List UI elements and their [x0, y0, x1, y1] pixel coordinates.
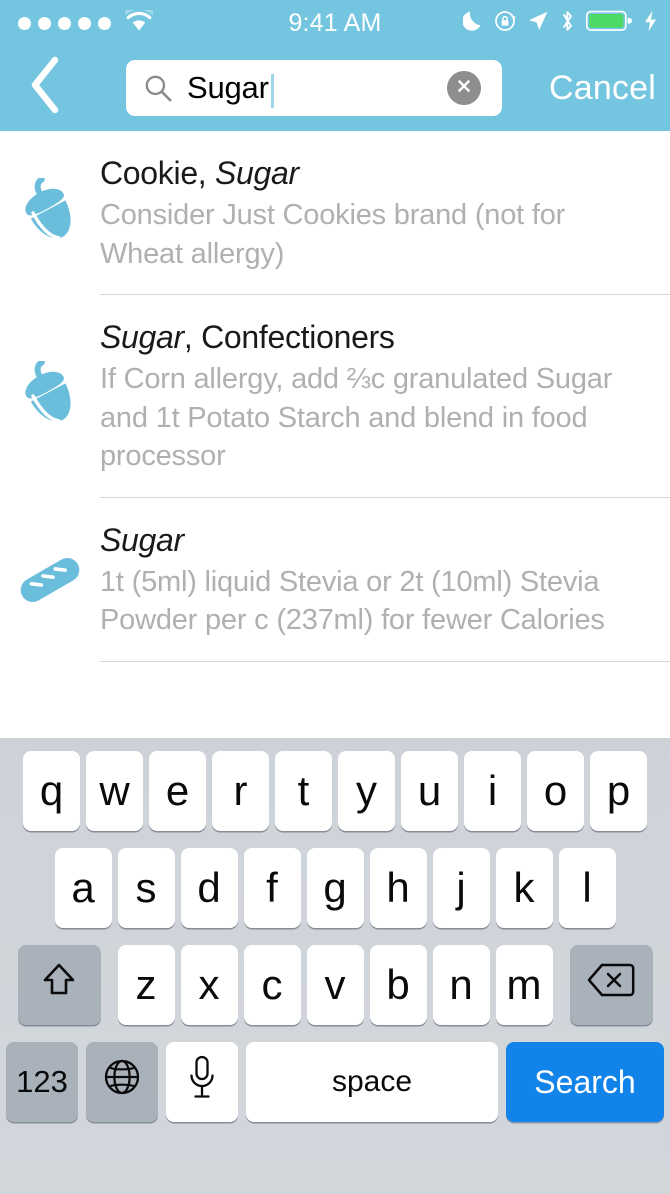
chevron-left-icon [28, 56, 62, 119]
keyboard-row-3: z x c v b n m [0, 945, 670, 1025]
phone-screen: 9:41 AM Sugar Cancel Cookie, Sugar Consi… [0, 0, 670, 1194]
key-h[interactable]: h [369, 848, 427, 928]
list-item-subtitle: Consider Just Cookies brand (not for Whe… [100, 198, 566, 270]
list-item-subtitle: 1t (5ml) liquid Stevia or 2t (10ml) Stev… [100, 565, 605, 637]
title-emphasis: Sugar [215, 155, 299, 191]
shift-key[interactable] [17, 945, 101, 1025]
list-item[interactable]: Cookie, Sugar Consider Just Cookies bran… [0, 131, 670, 296]
list-item-subtitle: If Corn allergy, add ⅔c granulated Sugar… [100, 363, 613, 473]
microphone-icon [185, 1054, 219, 1110]
list-item-title: Sugar, Confectioners [100, 317, 648, 358]
bread-icon [0, 549, 100, 611]
globe-icon [101, 1056, 143, 1108]
key-g[interactable]: g [306, 848, 364, 928]
acorn-icon [0, 178, 100, 248]
keyboard-row-1: q w e r t y u i o p [0, 751, 670, 831]
back-button[interactable] [14, 54, 76, 120]
title-emphasis: Sugar [100, 521, 184, 558]
key-y[interactable]: y [338, 751, 395, 831]
acorn-icon [0, 361, 100, 431]
key-a[interactable]: a [54, 848, 112, 928]
list-item-text: Sugar 1t (5ml) liquid Stevia or 2t (10ml… [100, 498, 670, 662]
search-input-value: Sugar [187, 70, 269, 105]
numbers-key[interactable]: 123 [6, 1042, 78, 1122]
keyboard-row-2: a s d f g h j k l [0, 848, 670, 928]
text-cursor [270, 74, 274, 108]
cancel-button[interactable]: Cancel [549, 46, 656, 131]
charging-bolt-icon [643, 10, 658, 37]
key-j[interactable]: j [432, 848, 490, 928]
list-item-text: Cookie, Sugar Consider Just Cookies bran… [100, 131, 670, 295]
key-q[interactable]: q [23, 751, 80, 831]
key-o[interactable]: o [527, 751, 584, 831]
title-prefix: Cookie, [100, 155, 215, 191]
key-t[interactable]: t [275, 751, 332, 831]
globe-key[interactable] [86, 1042, 158, 1122]
moon-icon [462, 10, 483, 37]
search-input[interactable]: Sugar [126, 60, 502, 116]
list-item-text: Sugar, Confectioners If Corn allergy, ad… [100, 295, 670, 498]
location-arrow-icon [527, 10, 549, 37]
on-screen-keyboard[interactable]: q w e r t y u i o p a s d f g h j k l z … [0, 738, 670, 1194]
key-p[interactable]: p [590, 751, 647, 831]
key-k[interactable]: k [495, 848, 553, 928]
search-return-key[interactable]: Search [506, 1042, 664, 1122]
key-c[interactable]: c [243, 945, 301, 1025]
close-icon [455, 77, 473, 100]
list-item-title: Cookie, Sugar [100, 153, 648, 194]
list-item[interactable]: Sugar, Confectioners If Corn allergy, ad… [0, 295, 670, 498]
key-n[interactable]: n [432, 945, 490, 1025]
key-l[interactable]: l [558, 848, 616, 928]
key-b[interactable]: b [369, 945, 427, 1025]
key-d[interactable]: d [180, 848, 238, 928]
delete-backspace-icon [586, 961, 636, 1009]
clear-search-button[interactable] [447, 71, 481, 105]
title-suffix: , Confectioners [183, 319, 395, 356]
bluetooth-icon [560, 9, 575, 38]
key-u[interactable]: u [401, 751, 458, 831]
title-emphasis: Sugar [100, 319, 184, 356]
search-icon [143, 73, 173, 103]
search-results-list[interactable]: Cookie, Sugar Consider Just Cookies bran… [0, 131, 670, 738]
key-m[interactable]: m [495, 945, 553, 1025]
list-item-title: Sugar [100, 520, 648, 561]
key-w[interactable]: w [86, 751, 143, 831]
key-i[interactable]: i [464, 751, 521, 831]
microphone-key[interactable] [166, 1042, 238, 1122]
keyboard-row-4: 123 space Search [0, 1042, 670, 1135]
delete-key[interactable] [569, 945, 653, 1025]
key-e[interactable]: e [149, 751, 206, 831]
shift-arrow-icon [38, 959, 80, 1011]
navigation-bar: Sugar Cancel [0, 46, 670, 131]
list-divider [100, 660, 670, 662]
key-f[interactable]: f [243, 848, 301, 928]
key-s[interactable]: s [117, 848, 175, 928]
key-x[interactable]: x [180, 945, 238, 1025]
rotation-lock-icon [494, 10, 516, 37]
status-bar: 9:41 AM [0, 0, 670, 46]
list-item[interactable]: Sugar 1t (5ml) liquid Stevia or 2t (10ml… [0, 498, 670, 662]
space-key[interactable]: space [246, 1042, 498, 1122]
status-bar-right [462, 9, 658, 38]
key-z[interactable]: z [117, 945, 175, 1025]
battery-icon [586, 10, 632, 37]
key-r[interactable]: r [212, 751, 269, 831]
key-v[interactable]: v [306, 945, 364, 1025]
